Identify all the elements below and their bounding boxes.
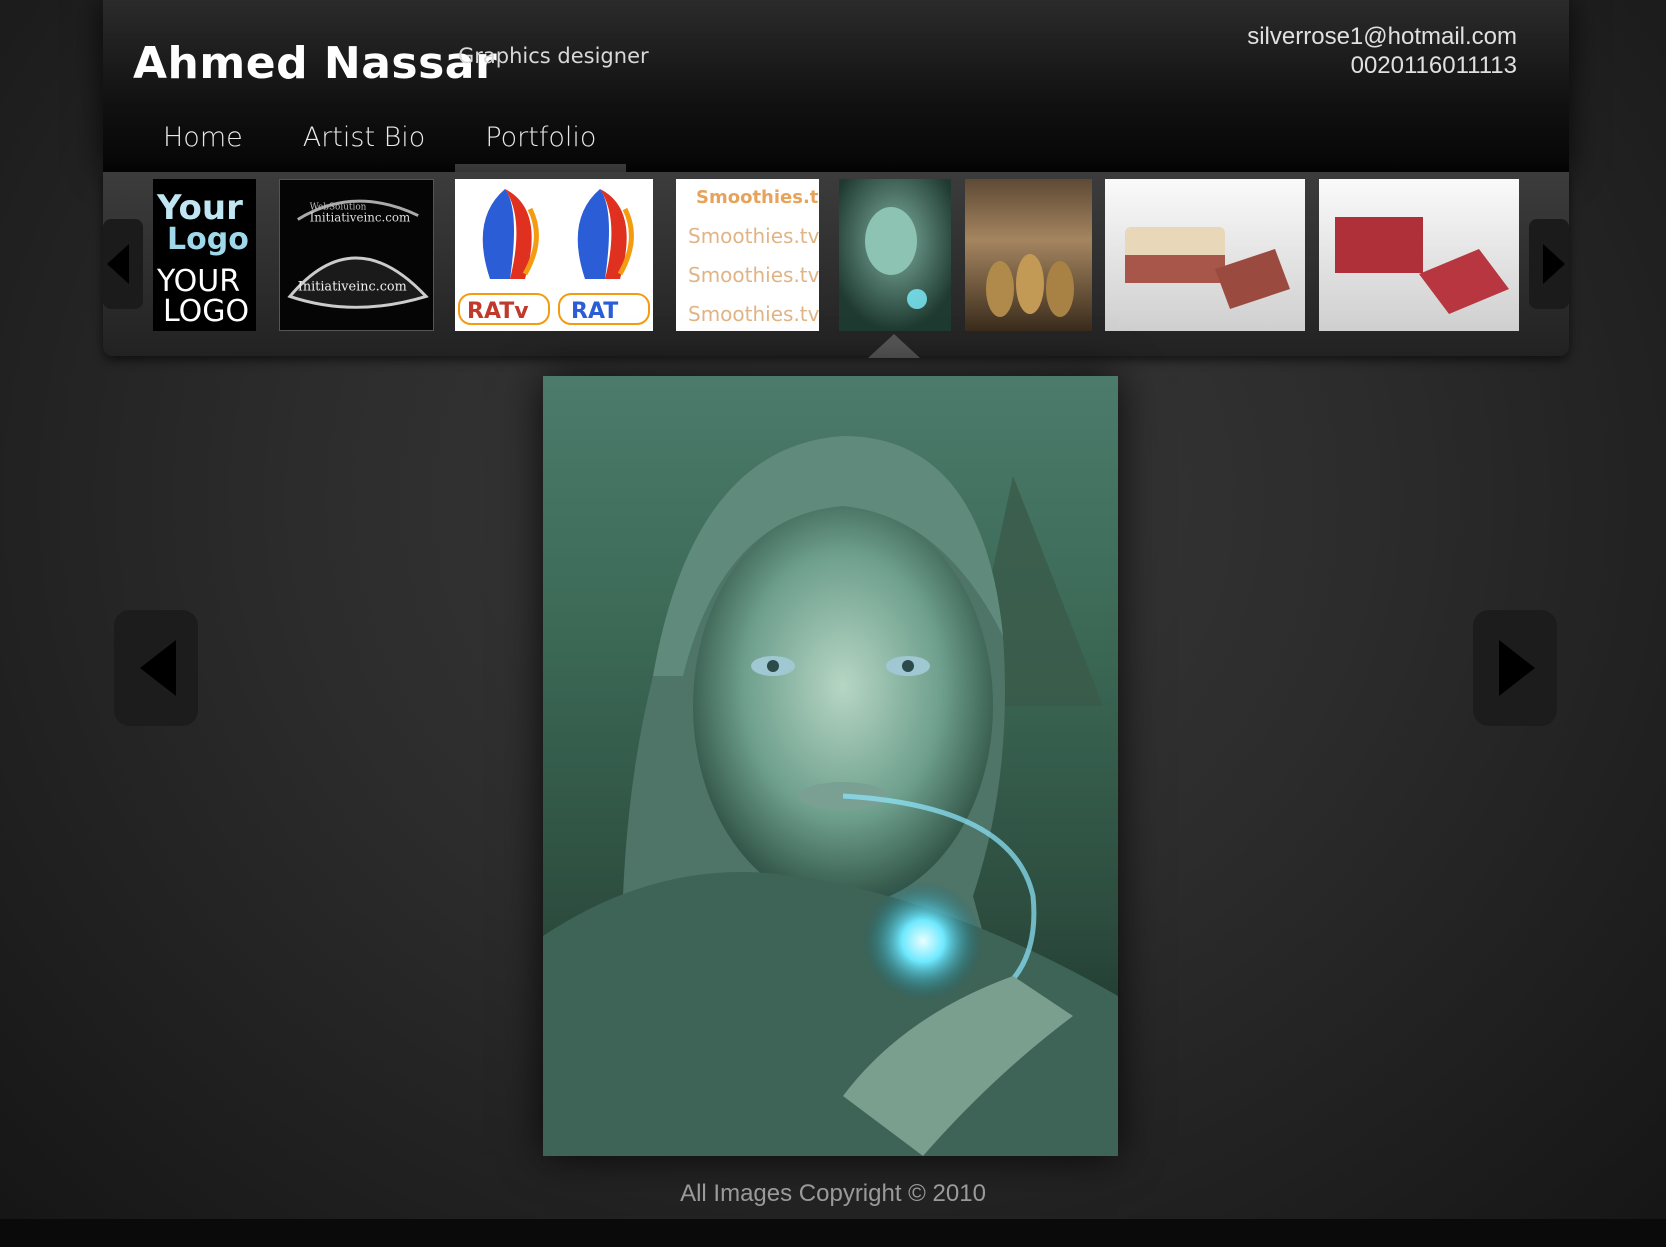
contact-email[interactable]: silverrose1@hotmail.com bbox=[1247, 22, 1517, 51]
svg-text:RAT: RAT bbox=[571, 299, 618, 324]
ratv-logos-image: RATv RAT bbox=[455, 179, 653, 331]
thumbnail-fantasy-portrait[interactable] bbox=[839, 179, 951, 331]
svg-text:Smoothies.tv: Smoothies.tv bbox=[696, 187, 819, 208]
thumbnail-wolves-artwork[interactable] bbox=[965, 179, 1092, 331]
svg-text:Logo: Logo bbox=[167, 222, 249, 257]
triangle-left-icon bbox=[140, 640, 176, 696]
footer-band bbox=[0, 1219, 1666, 1247]
previous-image-button[interactable] bbox=[114, 610, 198, 726]
main-nav: Home Artist Bio Portfolio bbox=[133, 108, 627, 172]
your-logo-image: Your Logo YOUR LOGO bbox=[153, 179, 256, 331]
strip-next-button[interactable] bbox=[1529, 219, 1569, 309]
selected-thumbnail-indicator bbox=[868, 334, 920, 358]
main-portfolio-image bbox=[543, 376, 1118, 1156]
wolves-artwork-image bbox=[965, 179, 1092, 331]
thumbnail-business-cards-red[interactable] bbox=[1319, 179, 1519, 331]
svg-text:Initiativeinc.com: Initiativeinc.com bbox=[298, 280, 407, 295]
thumbnail-strip: Your Logo YOUR LOGO WebSolution Initiati… bbox=[103, 172, 1569, 358]
nav-home[interactable]: Home bbox=[133, 108, 273, 172]
copyright-text: All Images Copyright © 2010 bbox=[680, 1180, 986, 1207]
smoothies-logos-image: Smoothies.tv Smoothies.tv Smoothies.tv S… bbox=[676, 179, 819, 331]
svg-text:Smoothies.tv: Smoothies.tv bbox=[688, 224, 819, 248]
nav-artist-bio[interactable]: Artist Bio bbox=[273, 108, 456, 172]
contact-phone: 0020116011113 bbox=[1350, 52, 1517, 79]
thumbnail-smoothies-logos[interactable]: Smoothies.tv Smoothies.tv Smoothies.tv S… bbox=[676, 179, 819, 331]
strip-prev-button[interactable] bbox=[103, 219, 143, 309]
site-header: Ahmed Nassar Graphics designer silverros… bbox=[103, 0, 1569, 172]
triangle-right-icon bbox=[1543, 244, 1565, 284]
svg-text:RATv: RATv bbox=[467, 299, 529, 324]
thumbnail-initiative-inc[interactable]: WebSolution Initiativeinc.com Initiative… bbox=[279, 179, 434, 331]
initiative-inc-image: WebSolution Initiativeinc.com Initiative… bbox=[280, 180, 433, 330]
svg-text:Initiativeinc.com: Initiativeinc.com bbox=[310, 210, 411, 224]
contact-info: silverrose1@hotmail.com 0020116011113 bbox=[1247, 22, 1517, 80]
triangle-left-icon bbox=[107, 244, 129, 284]
triangle-right-icon bbox=[1499, 640, 1535, 696]
thumbnail-ratv-logos[interactable]: RATv RAT bbox=[455, 179, 653, 331]
brand-tagline: Graphics designer bbox=[458, 44, 649, 68]
thumbnail-your-logo[interactable]: Your Logo YOUR LOGO bbox=[153, 179, 256, 331]
business-cards-beige-image bbox=[1105, 179, 1305, 331]
svg-text:Smoothies.tv: Smoothies.tv bbox=[688, 263, 819, 287]
next-image-button[interactable] bbox=[1473, 610, 1557, 726]
thumbnail-business-cards-beige[interactable] bbox=[1105, 179, 1305, 331]
nav-portfolio[interactable]: Portfolio bbox=[455, 108, 627, 172]
brand-name: Ahmed Nassar bbox=[133, 38, 498, 89]
svg-text:LOGO: LOGO bbox=[163, 294, 249, 329]
fantasy-portrait-image bbox=[543, 376, 1118, 1156]
svg-text:Smoothies.tv: Smoothies.tv bbox=[688, 302, 819, 326]
business-cards-red-image bbox=[1319, 179, 1519, 331]
fantasy-portrait-thumb bbox=[839, 179, 951, 331]
